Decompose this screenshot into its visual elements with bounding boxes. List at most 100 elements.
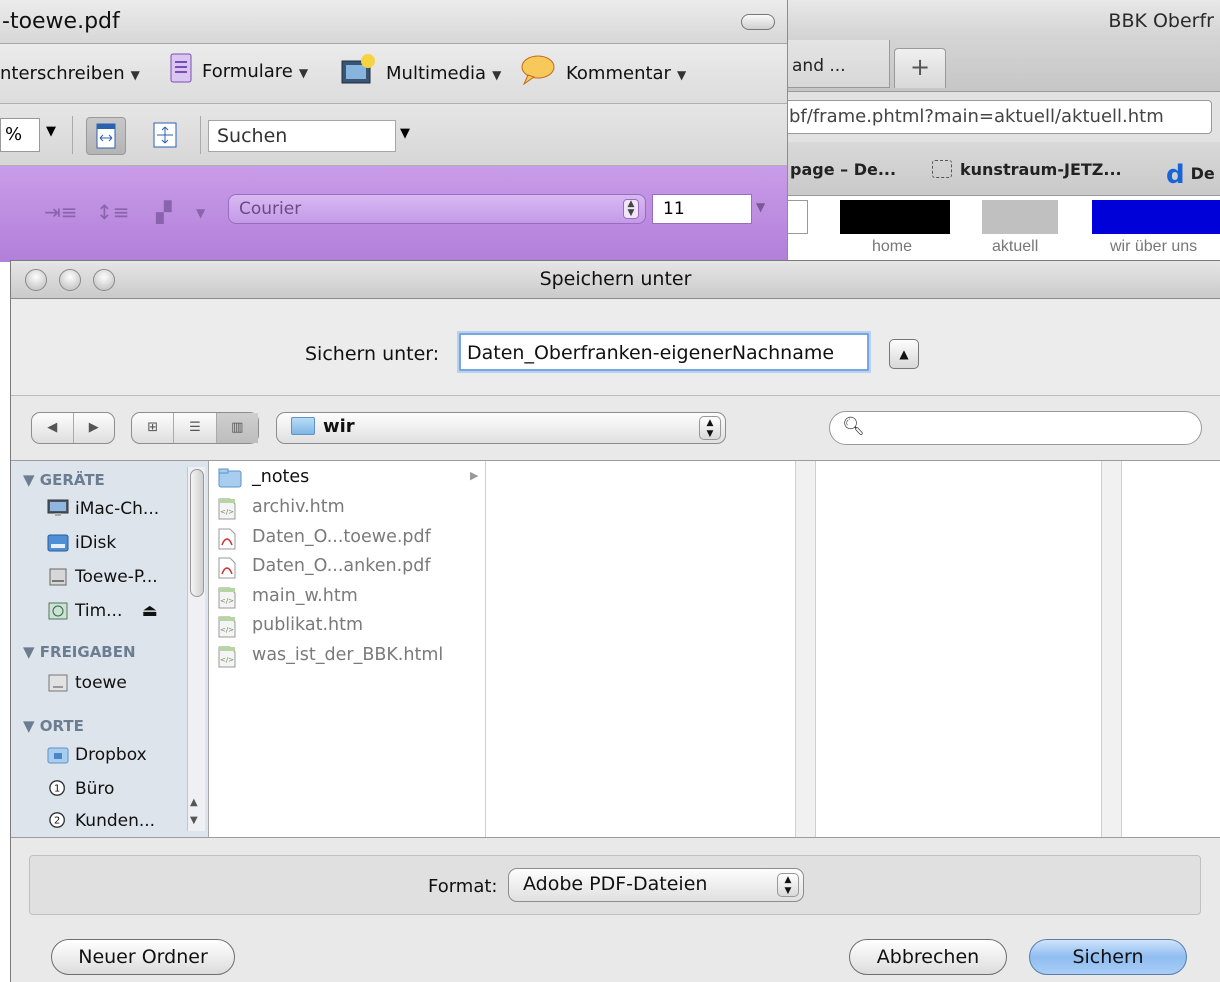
icon-view-button[interactable]: ⊞: [132, 413, 175, 443]
scrollbar-thumb[interactable]: [190, 469, 204, 597]
nav-link-wir[interactable]: wir über uns: [1110, 238, 1197, 256]
line-spacing-icon[interactable]: ↕≡: [96, 200, 130, 224]
nav-block-wir[interactable]: [1092, 200, 1220, 234]
dialog-title: Speichern unter: [539, 268, 692, 290]
cancel-button[interactable]: Abbrechen: [849, 939, 1007, 975]
acrobat-nav-toolbar: % ▼ Suchen ▼: [0, 104, 787, 166]
multimedia-icon: [341, 54, 375, 84]
chevron-down-icon[interactable]: ▼: [46, 124, 56, 139]
chevron-down-icon[interactable]: ▼: [756, 200, 765, 214]
acrobat-search-field[interactable]: Suchen: [208, 120, 396, 152]
sidebar-item-label: Tim...: [75, 601, 123, 621]
acrobat-window: -toewe.pdf nterschreiben ▼ Formulare ▼ Mul…: [0, 0, 788, 262]
dialog-search-field[interactable]: 🔍︎: [829, 411, 1202, 445]
sidebar-item-idisk[interactable]: iDisk: [47, 533, 117, 553]
scroll-down-icon[interactable]: ▼: [190, 815, 198, 826]
column-divider[interactable]: [1102, 461, 1122, 837]
eject-icon[interactable]: ⏏: [142, 601, 158, 621]
back-button[interactable]: ◀: [32, 413, 74, 443]
column-view-button[interactable]: ▥: [216, 413, 258, 443]
sidebar-item-toewe[interactable]: toewe: [48, 673, 127, 693]
dialog-titlebar: Speichern unter: [11, 261, 1220, 299]
chevron-down-icon: ▼: [298, 66, 309, 80]
nav-block-aktuell[interactable]: [982, 200, 1058, 234]
toolbar-toggle-button[interactable]: [741, 14, 775, 30]
site-frame-edge: [786, 200, 808, 234]
url-field[interactable]: bf/frame.phtml?main=aktuell/aktuell.htm: [776, 100, 1212, 134]
comment-menu[interactable]: Kommentar ▼: [520, 53, 686, 85]
scroll-up-icon[interactable]: ▲: [190, 797, 198, 808]
indent-icon[interactable]: ⇥≡: [44, 200, 78, 224]
time-machine-icon: [48, 602, 68, 620]
computer-icon: [47, 499, 69, 516]
fit-page-icon: [153, 122, 177, 148]
sidebar-item-label: iDisk: [75, 533, 117, 553]
column-divider[interactable]: [796, 461, 816, 837]
font-select-value: Courier: [239, 199, 302, 219]
sidebar-item-imac[interactable]: iMac-Ch...: [47, 499, 159, 519]
search-icon: 🔍︎: [842, 416, 865, 437]
html-file-icon: </>: [218, 498, 236, 520]
bookmark-item[interactable]: kunstraum-JETZ...: [932, 160, 1122, 179]
save-button[interactable]: Sichern: [1029, 939, 1187, 975]
chevron-down-icon[interactable]: ▼: [400, 126, 410, 141]
sidebar-item-toewe-p[interactable]: Toewe-P...: [49, 567, 158, 587]
zoom-field[interactable]: %: [0, 118, 40, 152]
nav-link-aktuell[interactable]: aktuell: [992, 238, 1038, 256]
format-popup[interactable]: Adobe PDF-Dateien ▲ ▼: [508, 868, 804, 902]
list-view-button[interactable]: ☰: [174, 413, 217, 443]
nav-link-home[interactable]: home: [872, 238, 912, 256]
new-folder-button[interactable]: Neuer Ordner: [51, 939, 235, 975]
volume-1-icon: 1: [49, 780, 65, 796]
new-tab-button[interactable]: +: [894, 48, 946, 88]
acrobat-text-format-toolbar: ⇥≡ ↕≡ ▞ ▼ Courier ▲ ▼ 11 ▼: [0, 166, 787, 262]
forward-button[interactable]: ▶: [74, 413, 115, 443]
sidebar-heading: ORTE: [39, 717, 84, 735]
sidebar-item-dropbox[interactable]: Dropbox: [47, 745, 147, 765]
file-name: Daten_O...anken.pdf: [252, 556, 431, 576]
multimedia-menu[interactable]: Multimedia ▼: [340, 53, 501, 85]
chevron-down-icon: ▼: [492, 68, 502, 82]
pdf-file-icon: [218, 528, 236, 550]
sidebar-item-label: Büro: [75, 779, 115, 799]
folder-popup[interactable]: wir ▲ ▼: [276, 412, 726, 444]
font-size-field[interactable]: 11: [652, 194, 752, 224]
site-header: home aktuell wir über uns: [786, 196, 1220, 262]
bookmark-item[interactable]: page – De...: [790, 160, 896, 179]
hard-drive-icon: [49, 568, 67, 586]
acrobat-window-title: -toewe.pdf: [2, 9, 120, 34]
file-name: _notes: [252, 467, 310, 487]
browser-tab[interactable]: and ...: [786, 40, 890, 88]
collapse-dialog-button[interactable]: ▲: [889, 339, 919, 369]
bookmark-label: De: [1190, 164, 1215, 183]
chevron-down-icon: ▼: [676, 68, 687, 82]
sidebar-item-time-machine[interactable]: Tim... ⏏: [48, 601, 158, 621]
full-screen-button[interactable]: [146, 117, 186, 155]
sidebar-item-label: Toewe-P...: [75, 567, 158, 587]
nav-block-home[interactable]: [840, 200, 950, 234]
save-as-label: Sichern unter:: [305, 343, 440, 365]
bookmark-label: kunstraum-JETZ...: [960, 160, 1122, 179]
volume-2-icon: 2: [49, 812, 65, 828]
sign-menu-label: nterschreiben: [0, 63, 125, 84]
sign-menu[interactable]: nterschreiben ▼: [0, 63, 140, 84]
sidebar-section-devices[interactable]: ▼ GERÄTE: [23, 471, 105, 489]
stepper-icon: ▲ ▼: [699, 416, 721, 440]
sidebar-item-buero[interactable]: 1 Büro: [49, 779, 115, 799]
sidebar-item-kunden[interactable]: 2 Kunden...: [49, 811, 155, 831]
bookmark-item[interactable]: d De: [1166, 160, 1215, 190]
sidebar-section-places[interactable]: ▼ ORTE: [23, 717, 84, 735]
chevron-right-icon: ▶: [470, 469, 479, 482]
filename-row: Sichern unter: Daten_Oberfranken-eigener…: [11, 299, 1220, 395]
filename-input[interactable]: Daten_Oberfranken-eigenerNachname: [459, 333, 869, 371]
sidebar-heading: FREIGABEN: [39, 643, 136, 661]
fit-width-button[interactable]: [86, 117, 126, 155]
chevron-down-icon[interactable]: ▼: [196, 206, 205, 220]
text-color-icon[interactable]: ▞: [156, 200, 171, 224]
bookmark-folder-icon: [932, 160, 952, 178]
sidebar-scrollbar[interactable]: ▲ ▼: [187, 467, 205, 831]
font-select[interactable]: Courier ▲ ▼: [228, 194, 646, 224]
sidebar-section-shared[interactable]: ▼ FREIGABEN: [23, 643, 136, 661]
html-file-icon: </>: [218, 587, 236, 609]
forms-menu[interactable]: Formulare ▼: [170, 53, 308, 83]
